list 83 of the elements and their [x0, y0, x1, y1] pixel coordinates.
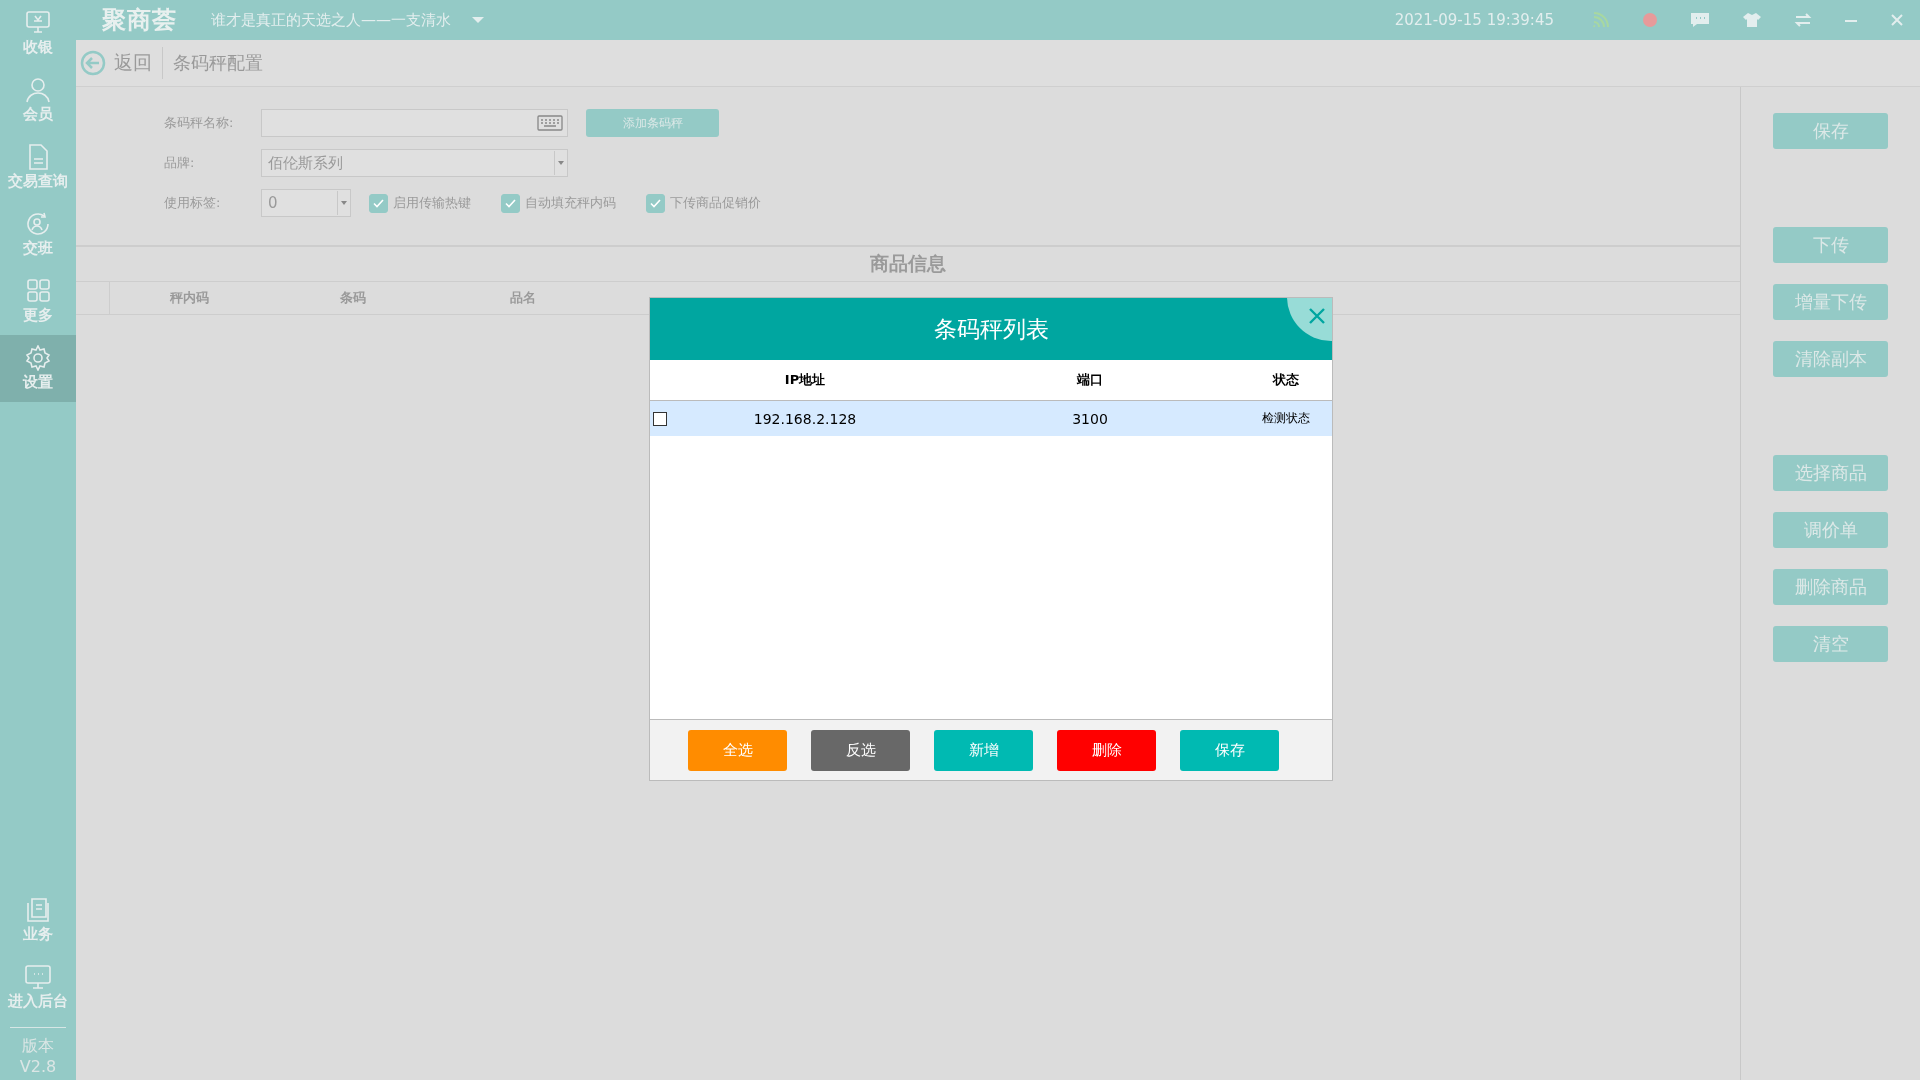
add-scale-button[interactable]: 添加条码秤 [586, 109, 719, 137]
sidebar-item[interactable]: 交易查询 [0, 134, 76, 201]
dialog-button[interactable]: 新增 [934, 729, 1033, 771]
checkbox[interactable] [646, 193, 665, 213]
sidebar-label: 业务 [23, 925, 53, 944]
action-button[interactable]: 调价单 [1773, 512, 1888, 548]
table-row[interactable]: 192.168.2.128 3100 检测状态 [650, 401, 1332, 436]
version-number: V2.8 [19, 1057, 57, 1076]
close-icon[interactable] [1890, 13, 1904, 27]
status-dot-icon[interactable] [1642, 12, 1658, 28]
check-icon [650, 198, 661, 208]
brand-dropdown[interactable]: 佰伦斯系列 [261, 149, 568, 177]
action-button[interactable]: 选择商品 [1773, 455, 1888, 491]
dialog-button[interactable]: 保存 [1180, 729, 1279, 771]
dropdown-arrow-icon [558, 161, 564, 165]
slogan-text: 谁才是真正的天选之人——一支清水 [211, 10, 451, 30]
caret-icon[interactable] [471, 16, 485, 24]
column-header: 秤内码 [168, 289, 210, 307]
shirt-icon[interactable] [1742, 12, 1762, 28]
action-button[interactable]: 增量下传 [1773, 284, 1888, 320]
book-icon [24, 897, 52, 923]
dialog-button[interactable]: 删除 [1057, 729, 1156, 771]
checkbox-label: 下传商品促销价 [670, 194, 761, 212]
sidebar-label: 更多 [23, 306, 53, 325]
sidebar-label: 交易查询 [8, 172, 68, 191]
check-icon [373, 198, 384, 208]
grid-icon [24, 278, 52, 304]
close-icon [1309, 308, 1325, 324]
column-header: 品名 [509, 289, 537, 307]
check-icon [505, 198, 516, 208]
sidebar-label: 进入后台 [8, 992, 68, 1011]
column-header: 端口 [1075, 371, 1104, 389]
checkbox[interactable] [653, 411, 667, 426]
checkbox[interactable] [369, 193, 388, 213]
sidebar-item[interactable]: 交班 [0, 201, 76, 268]
action-button[interactable]: 下传 [1773, 227, 1888, 263]
checkbox-label: 自动填充秤内码 [525, 194, 616, 212]
page-title: 条码秤配置 [173, 51, 263, 75]
settings-icon [24, 345, 52, 371]
action-button[interactable]: 清除副本 [1773, 341, 1888, 377]
version-label: 版本 [22, 1036, 54, 1057]
sidebar-item[interactable]: 设置 [0, 335, 76, 402]
checkbox-label: 启用传输热键 [393, 194, 471, 212]
input-field[interactable] [261, 109, 568, 137]
sidebar-label: 设置 [23, 373, 53, 392]
column-header: 状态 [1271, 371, 1300, 389]
app-logo: 聚商荟 [102, 5, 177, 36]
sidebar-item[interactable]: 更多 [0, 268, 76, 335]
back-button[interactable]: 返回 [80, 47, 163, 79]
sidebar-label: 会员 [23, 105, 53, 124]
person-cycle-icon [24, 211, 52, 237]
action-button[interactable]: 保存 [1773, 113, 1888, 149]
dialog-button[interactable]: 全选 [688, 729, 787, 771]
action-button[interactable]: 清空 [1773, 626, 1888, 662]
table-cell-text: 192.168.2.128 [752, 410, 858, 427]
sidebar-label: 交班 [23, 239, 53, 258]
chat-icon[interactable] [1690, 12, 1710, 28]
field-label: 使用标签: [164, 194, 222, 212]
column-header: IP地址 [783, 371, 827, 389]
sidebar-label: 收银 [23, 38, 53, 57]
checkbox[interactable] [501, 193, 520, 213]
dialog-title: 条码秤列表 [933, 314, 1049, 344]
person-icon [24, 77, 52, 103]
sidebar-item[interactable]: 进入后台 [0, 954, 76, 1021]
dialog-button[interactable]: 反选 [811, 729, 910, 771]
keyboard-icon[interactable] [537, 115, 563, 131]
table-cell-text: 检测状态 [1261, 410, 1311, 427]
sidebar-item[interactable]: 会员 [0, 67, 76, 134]
monitor-icon [24, 964, 52, 990]
field-label: 品牌: [164, 154, 196, 172]
action-button[interactable]: 删除商品 [1773, 569, 1888, 605]
table-title: 商品信息 [76, 247, 1740, 282]
column-header: 条码 [339, 289, 367, 307]
table-cell-text: 3100 [1071, 410, 1109, 427]
field-label: 条码秤名称: [164, 114, 235, 132]
datetime-text: 2021-09-15 19:39:45 [1394, 11, 1554, 29]
swap-icon[interactable] [1794, 12, 1812, 28]
sidebar-item[interactable]: 收银 [0, 0, 76, 67]
monitor-icon [24, 10, 52, 36]
sidebar-item[interactable]: 业务 [0, 887, 76, 954]
signal-icon[interactable] [1592, 12, 1610, 28]
dropdown-arrow-icon [341, 201, 347, 205]
tag-dropdown[interactable]: 0 [261, 189, 351, 217]
